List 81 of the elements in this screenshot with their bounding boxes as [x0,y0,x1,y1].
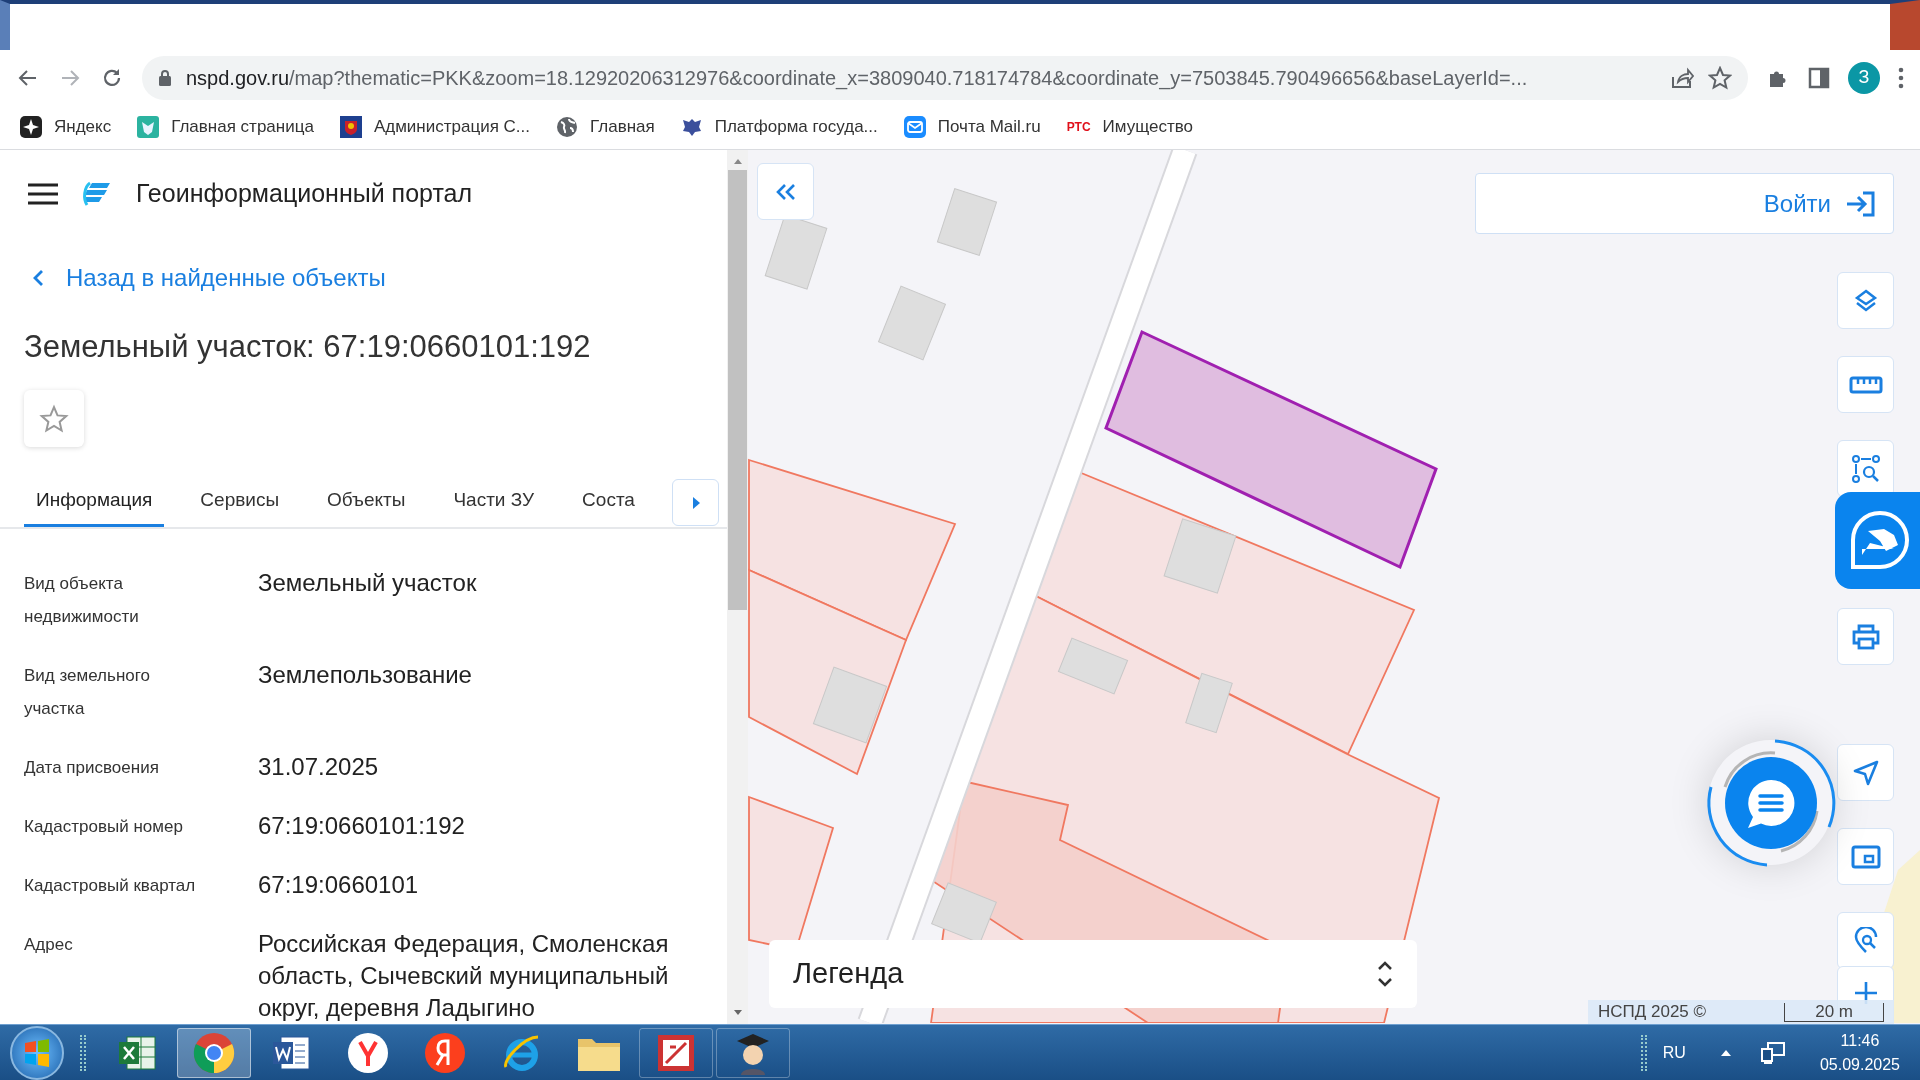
chat-button[interactable] [1725,757,1817,849]
field-value: Российская Федерация, Смоленская область, Сычевский муниципальный округ, деревня Ладыгино [258,929,670,1023]
cadastre-tab-button[interactable] [1835,492,1920,589]
chevron-left-icon [32,268,44,287]
logo-icon [82,180,112,207]
tab[interactable]: Части ЗУ [441,477,547,527]
minimap-button[interactable] [1837,828,1894,885]
browser-taskbar-icon[interactable] [177,1027,251,1078]
back-link[interactable]: Назад в найденные объекты [0,259,386,296]
profile-avatar[interactable]: З [1848,61,1880,94]
network-icon[interactable] [1759,1040,1786,1065]
login-button[interactable]: Войти [1475,173,1894,234]
printer-icon [1850,622,1881,651]
minimap-icon [1850,843,1881,870]
ruler-icon [1848,375,1883,394]
field-label: Адрес [24,934,74,956]
bookmark-link[interactable]: Почта Mail.ru [903,114,1041,140]
globe-icon [556,116,578,138]
double-chevron-left-icon [775,182,796,201]
field-label: Вид земельного участка [24,665,151,720]
tab[interactable]: Информация [24,477,165,527]
login-icon [1845,189,1877,218]
favorite-button[interactable] [24,390,84,447]
ruler-button[interactable] [1837,356,1894,413]
field-value: 31.07.2025 [258,752,380,782]
field-label: Кадастровый квартал [24,875,197,897]
app-taskbar-icon[interactable] [639,1027,713,1078]
area-search-button[interactable] [1837,440,1894,497]
object-heading: Земельный участок: 67:19:0660101:192 [23,327,592,366]
clock-time[interactable]: 11:46 [1840,1028,1880,1053]
field-label: Кадастровый номер [24,816,184,838]
lock-icon [158,69,172,86]
language-indicator[interactable]: RU [1662,1040,1686,1065]
sidebar-icon[interactable] [1808,66,1830,89]
app-taskbar-icon[interactable] [716,1027,790,1078]
app-title: Геоинформационный портал [136,178,473,210]
field-value: 67:19:0660101 [258,870,420,900]
star-icon[interactable] [1708,65,1732,90]
location-search-button[interactable] [1837,912,1894,969]
address-bar[interactable]: nspd.gov.ru/map?thematic=PKK&zoom=18.12920206312976&coordinate_x=3809040.718174784&coordinate_y=7503845.790496656&baseLayerId=... [142,55,1748,100]
bookmark-logo: РТС [1066,119,1091,136]
navigate-button[interactable] [1837,744,1894,801]
share-icon[interactable] [1670,66,1694,89]
mail-icon [903,116,926,138]
tab[interactable]: Соста [570,477,647,527]
tab[interactable]: Сервисы [188,477,292,527]
start-button[interactable] [10,1025,64,1080]
sparkle-icon [20,116,42,138]
layers-button[interactable] [1837,272,1894,329]
field-value: Землепользование [258,660,473,690]
print-button[interactable] [1837,608,1894,665]
tab[interactable]: Объекты [315,477,418,527]
menu-icon[interactable] [28,182,58,205]
url-text: nspd.gov.ru/map?thematic=PKK&zoom=18.12920206312976&coordinate_x=3809040.718174784&coordinate_y=7503845.790496656&baseLayerId=... [186,65,1529,92]
bookmark-link[interactable]: Главная [556,114,655,140]
legend-button[interactable]: Легенда [769,940,1417,1008]
bookmark-link[interactable]: Главная страница [137,114,314,140]
navigation-arrow-icon [1851,758,1880,787]
caret-right-icon [691,496,700,509]
show-hidden-icons-icon[interactable] [1719,1048,1732,1057]
expand-icon [1377,960,1393,988]
collapse-panel-button[interactable] [757,163,814,220]
windows-logo-icon [23,1038,51,1067]
field-value: 67:19:0660101:192 [258,811,466,841]
star-icon [39,403,69,434]
bookmark-link[interactable]: Яндекс [20,114,112,140]
scale-bar: 20 m [1784,1002,1884,1022]
field-label: Вид объекта недвижимости [24,573,140,628]
area-search-icon [1850,453,1881,484]
field-value: Земельный участок [258,568,478,598]
bookmark-link[interactable]: РТС Имущество [1066,114,1193,140]
bookmark-link[interactable]: Платформа госуда... [680,114,878,140]
scrollbar[interactable] [727,150,748,1024]
coat-of-arms-icon [339,116,362,138]
attribution-text: НСПД 2025 © [1598,1001,1707,1024]
emblem-icon [137,116,160,138]
field-label: Дата присвоения [24,757,160,779]
menu-icon[interactable] [1898,66,1904,89]
bookmark-link[interactable]: Администрация С... [339,114,530,140]
location-search-icon [1852,926,1879,955]
clock-date[interactable]: 05.09.2025 [1819,1052,1900,1077]
